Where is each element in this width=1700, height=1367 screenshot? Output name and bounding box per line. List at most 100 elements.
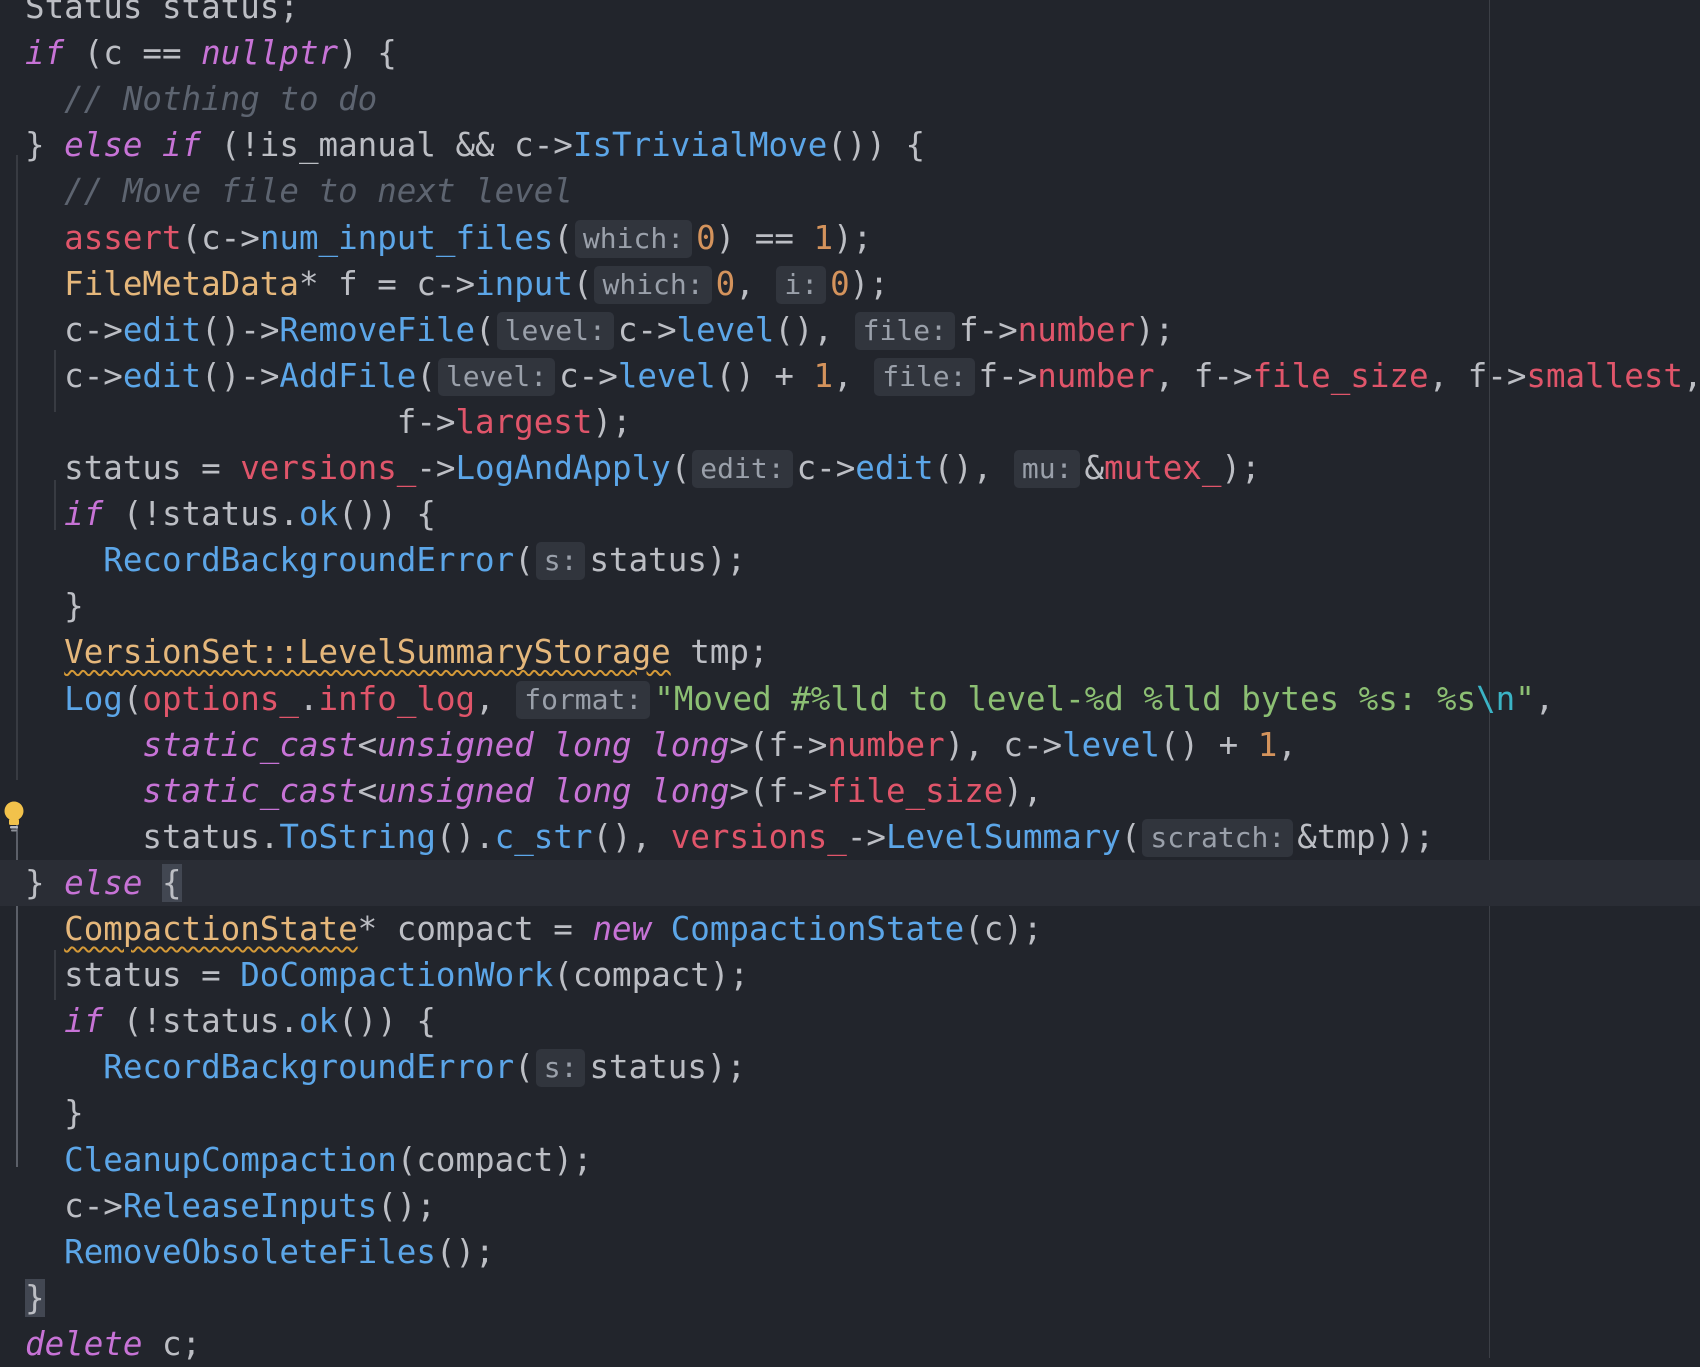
code-line[interactable]: c->ReleaseInputs();: [0, 1183, 1700, 1229]
code-token: ().: [435, 817, 495, 856]
code-token: c->: [617, 310, 677, 349]
code-token: level: [1062, 725, 1160, 764]
code-line[interactable]: status = DoCompactionWork(compact);: [0, 952, 1700, 998]
code-line[interactable]: RemoveObsoleteFiles();: [0, 1229, 1700, 1275]
code-line[interactable]: status = versions_->LogAndApply(edit: c->…: [0, 445, 1700, 491]
code-token: CompactionState: [64, 910, 358, 948]
code-token: options_: [142, 679, 299, 718]
code-token: ,: [1534, 679, 1555, 718]
code-token: ()) {: [338, 495, 436, 534]
parameter-hint: edit:: [692, 450, 793, 488]
code-token: >(f->: [729, 725, 828, 764]
code-token: );: [833, 218, 873, 257]
code-token: RemoveFile: [279, 310, 476, 349]
code-token: edit: [122, 310, 202, 349]
code-token: number: [827, 725, 945, 764]
code-token: (: [514, 541, 534, 580]
lightbulb-icon[interactable]: [3, 800, 25, 832]
code-line[interactable]: CleanupCompaction(compact);: [0, 1137, 1700, 1183]
code-token: <: [357, 771, 378, 810]
code-token: ok: [298, 1002, 339, 1041]
code-token: }: [25, 126, 65, 165]
code-line[interactable]: c->edit()->RemoveFile(level: c->level(), …: [0, 307, 1700, 353]
code-line[interactable]: }: [0, 1275, 1700, 1321]
code-line[interactable]: c->edit()->AddFile(level: c->level() + 1,…: [0, 353, 1700, 399]
code-token: );: [592, 402, 632, 441]
code-token: <: [357, 725, 378, 764]
code-token: (: [416, 356, 436, 395]
code-line[interactable]: RecordBackgroundError(s: status);: [0, 1044, 1700, 1090]
code-line[interactable]: if (!status.ok()) {: [0, 998, 1700, 1044]
code-token: FileMetaData: [64, 264, 299, 303]
code-line[interactable]: CompactionState* compact = new Compactio…: [0, 906, 1700, 952]
code-token: tmp;: [670, 633, 769, 672]
code-token: status =: [25, 449, 241, 487]
code-token: ToString: [279, 817, 436, 856]
code-token: level: [676, 310, 775, 349]
code-line[interactable]: } else if (!is_manual && c->IsTrivialMov…: [0, 122, 1700, 168]
code-editor[interactable]: Status status; if (c == nullptr) { // Not…: [0, 0, 1700, 1363]
code-line[interactable]: if (!status.ok()) {: [0, 491, 1700, 537]
code-line[interactable]: delete c;: [0, 1321, 1700, 1367]
code-token: Log: [64, 679, 123, 718]
code-token: );: [849, 264, 889, 303]
code-token: num_input_files: [259, 218, 554, 257]
code-token: ), c->: [944, 725, 1063, 764]
code-token: // Nothing to do: [64, 80, 378, 119]
code-line[interactable]: static_cast<unsigned long long>(f->file_…: [0, 768, 1700, 814]
parameter-hint: scratch:: [1142, 818, 1294, 857]
code-token: level: [617, 356, 716, 395]
code-line[interactable]: VersionSet::LevelSummaryStorage tmp;: [0, 629, 1700, 675]
code-token: info_log: [318, 679, 476, 718]
code-token: CompactionState: [670, 910, 965, 948]
code-token: if: [64, 1002, 104, 1041]
code-token: \n: [1476, 679, 1516, 718]
parameter-hint: file:: [854, 311, 955, 350]
code-token: () +: [715, 356, 814, 395]
code-token: ();: [377, 1186, 436, 1225]
code-line[interactable]: Status status;: [0, 0, 1700, 30]
code-line[interactable]: f->largest);: [0, 399, 1700, 445]
code-token: if: [64, 495, 104, 534]
code-line[interactable]: RecordBackgroundError(s: status);: [0, 537, 1700, 583]
code-token: ,: [1277, 725, 1297, 764]
code-token: unsigned long long: [377, 725, 730, 764]
code-token: DoCompactionWork: [240, 956, 554, 995]
parameter-hint: s:: [535, 1049, 586, 1088]
code-line[interactable]: static_cast<unsigned long long>(f->numbe…: [0, 722, 1700, 768]
parameter-hint: mu:: [1013, 450, 1081, 488]
code-token: (: [514, 1048, 534, 1087]
code-token: &: [1084, 449, 1105, 487]
code-token: 1: [1257, 725, 1278, 764]
code-token: ,: [735, 264, 775, 303]
code-line[interactable]: status.ToString().c_str(), versions_->Le…: [0, 814, 1700, 860]
code-line[interactable]: }: [0, 583, 1700, 629]
code-token: (compact);: [553, 956, 749, 995]
code-token: status.: [25, 817, 280, 856]
code-line[interactable]: if (c == nullptr) {: [0, 30, 1700, 76]
code-line[interactable]: }: [0, 1090, 1700, 1136]
code-token: new: [592, 910, 652, 948]
code-token: (: [553, 218, 573, 257]
code-token: nullptr: [201, 34, 339, 73]
code-token: largest: [455, 402, 593, 441]
code-token: 0: [830, 264, 850, 303]
code-token: (!status.: [103, 1002, 299, 1041]
code-line[interactable]: FileMetaData* f = c->input(which: 0, i: 0)…: [0, 261, 1700, 307]
code-token: c->: [25, 1186, 123, 1225]
code-line[interactable]: // Nothing to do: [0, 76, 1700, 122]
code-line[interactable]: assert(c->num_input_files(which: 0) == 1)…: [0, 215, 1700, 261]
code-line[interactable]: } else {: [0, 859, 1700, 906]
code-line[interactable]: Log(options_.info_log, format: "Moved #%l…: [0, 676, 1700, 722]
code-token: 0: [715, 264, 736, 303]
code-line[interactable]: // Move file to next level: [0, 168, 1700, 214]
